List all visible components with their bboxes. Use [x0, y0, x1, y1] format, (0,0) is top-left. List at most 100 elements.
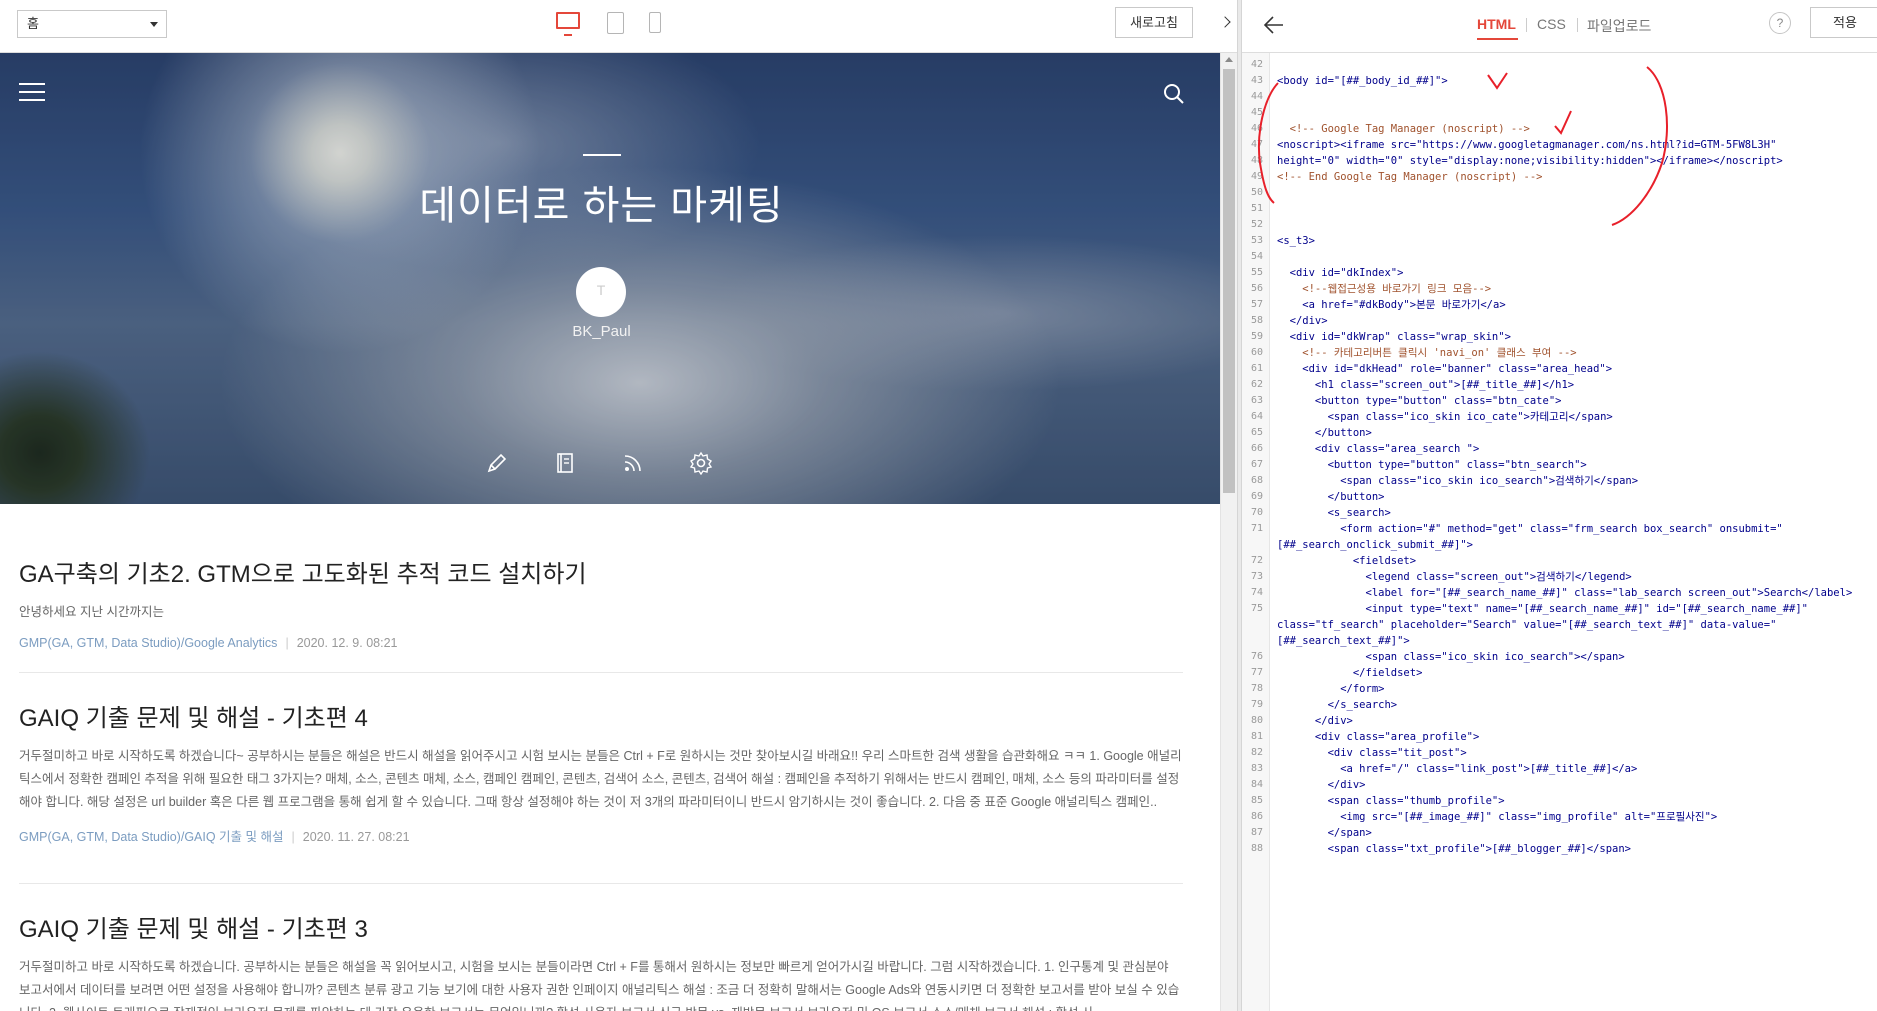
html-code-editor[interactable]: 41</head>4243<body id="[##_body_id_##]">…: [1242, 53, 1877, 1011]
code-line[interactable]: 45: [1242, 105, 1877, 121]
code-line[interactable]: 61 <div id="dkHead" role="banner" class=…: [1242, 361, 1877, 377]
post-title[interactable]: GAIQ 기출 문제 및 해설 - 기초편 3: [19, 909, 1183, 944]
code-line[interactable]: 68 <span class="ico_skin ico_search">검색하…: [1242, 473, 1877, 489]
code-line[interactable]: 86 <img src="[##_image_##]" class="img_p…: [1242, 809, 1877, 825]
code-line[interactable]: 53 <s_t3>: [1242, 233, 1877, 249]
code-line[interactable]: 70 <s_search>: [1242, 505, 1877, 521]
code-text: <div id="dkIndex">: [1277, 267, 1404, 279]
menu-icon[interactable]: [19, 83, 45, 103]
code-text: </span>: [1277, 827, 1372, 839]
code-line[interactable]: 75 <input type="text" name="[##_search_n…: [1242, 601, 1877, 617]
code-line[interactable]: 69 </button>: [1242, 489, 1877, 505]
help-icon[interactable]: ?: [1769, 12, 1791, 34]
code-line[interactable]: 78 </form>: [1242, 681, 1877, 697]
desktop-icon[interactable]: [556, 12, 580, 36]
code-line[interactable]: 85 <span class="thumb_profile">: [1242, 793, 1877, 809]
code-line[interactable]: 72 <fieldset>: [1242, 553, 1877, 569]
code-line[interactable]: 65 </button>: [1242, 425, 1877, 441]
code-line[interactable]: 44: [1242, 89, 1877, 105]
line-number: 54: [1250, 251, 1263, 262]
code-line[interactable]: 63 <button type="button" class="btn_cate…: [1242, 393, 1877, 409]
line-number: 73: [1250, 571, 1263, 582]
gear-icon[interactable]: [689, 451, 713, 475]
post-excerpt[interactable]: 거두절미하고 바로 시작하도록 하겠습니다~ 공부하시는 분들은 해설은 반드시…: [19, 745, 1183, 814]
code-line[interactable]: 51: [1242, 201, 1877, 217]
code-text: <div class="area_search ">: [1277, 443, 1480, 455]
code-line[interactable]: 82 <div class="tit_post">: [1242, 745, 1877, 761]
code-line[interactable]: 73 <legend class="screen_out">검색하기</lege…: [1242, 569, 1877, 585]
code-line[interactable]: 76 <span class="ico_skin ico_search"></s…: [1242, 649, 1877, 665]
line-number: 55: [1250, 267, 1263, 278]
preview-scrollbar[interactable]: [1220, 53, 1237, 1011]
code-line[interactable]: 46 <!-- Google Tag Manager (noscript) --…: [1242, 121, 1877, 137]
code-line[interactable]: 59 <div id="dkWrap" class="wrap_skin">: [1242, 329, 1877, 345]
code-line[interactable]: 50: [1242, 185, 1877, 201]
code-line[interactable]: 84 </div>: [1242, 777, 1877, 793]
line-number: 74: [1250, 587, 1263, 598]
code-line[interactable]: 52: [1242, 217, 1877, 233]
code-text: <input type="text" name="[##_search_name…: [1277, 603, 1809, 615]
code-line[interactable]: 71 <form action="#" method="get" class="…: [1242, 521, 1877, 537]
code-line[interactable]: 79 </s_search>: [1242, 697, 1877, 713]
refresh-button[interactable]: 새로고침: [1115, 7, 1193, 38]
blog-title[interactable]: 데이터로 하는 마케팅: [0, 173, 1203, 231]
post-title[interactable]: GAIQ 기출 문제 및 해설 - 기초편 4: [19, 698, 1183, 733]
preview-toolbar: 홈 새로고침: [0, 0, 1237, 53]
blogger-name: BK_Paul: [572, 323, 631, 340]
apply-button[interactable]: 적용: [1810, 7, 1877, 38]
code-line[interactable]: 55 <div id="dkIndex">: [1242, 265, 1877, 281]
code-line[interactable]: 67 <button type="button" class="btn_sear…: [1242, 457, 1877, 473]
page-select[interactable]: 홈: [17, 10, 167, 38]
code-line[interactable]: [##_search_text_##]">: [1242, 633, 1877, 649]
line-number: 70: [1250, 507, 1263, 518]
code-line[interactable]: 60 <!-- 카테고리버튼 클릭시 'navi_on' 클래스 부여 -->: [1242, 345, 1877, 361]
line-number: 45: [1250, 107, 1263, 118]
code-text: </fieldset>: [1277, 667, 1423, 679]
code-line[interactable]: 54: [1242, 249, 1877, 265]
code-line[interactable]: 43 <body id="[##_body_id_##]">: [1242, 73, 1877, 89]
search-icon[interactable]: [1163, 83, 1185, 105]
line-number: 78: [1250, 683, 1263, 694]
code-line[interactable]: class="tf_search" placeholder="Search" v…: [1242, 617, 1877, 633]
code-line[interactable]: 77 </fieldset>: [1242, 665, 1877, 681]
code-line[interactable]: 88 <span class="txt_profile">[##_blogger…: [1242, 841, 1877, 857]
code-line[interactable]: 49 <!-- End Google Tag Manager (noscript)…: [1242, 169, 1877, 185]
code-line[interactable]: 57 <a href="#dkBody">본문 바로가기</a>: [1242, 297, 1877, 313]
code-text: </form>: [1277, 683, 1385, 695]
code-line[interactable]: 81 <div class="area_profile">: [1242, 729, 1877, 745]
tab-css[interactable]: CSS: [1537, 16, 1566, 32]
chevron-right-icon[interactable]: [1220, 12, 1234, 36]
post-category[interactable]: GMP(GA, GTM, Data Studio)/Google Analyti…: [19, 636, 277, 650]
code-text: </s_search>: [1277, 699, 1398, 711]
post-excerpt[interactable]: 안녕하세요 지난 시간까지는: [19, 601, 1183, 624]
pencil-icon[interactable]: [485, 451, 509, 475]
tablet-icon[interactable]: [607, 12, 624, 34]
rss-icon[interactable]: [621, 451, 645, 475]
code-line[interactable]: 66 <div class="area_search ">: [1242, 441, 1877, 457]
code-line[interactable]: 62 <h1 class="screen_out">[##_title_##]<…: [1242, 377, 1877, 393]
code-line[interactable]: 56 <!--웹접근성용 바로가기 링크 모음-->: [1242, 281, 1877, 297]
code-line[interactable]: 83 <a href="/" class="link_post">[##_tit…: [1242, 761, 1877, 777]
code-line[interactable]: 64 <span class="ico_skin ico_cate">카테고리<…: [1242, 409, 1877, 425]
code-line[interactable]: 48 height="0" width="0" style="display:no…: [1242, 153, 1877, 169]
post-category[interactable]: GMP(GA, GTM, Data Studio)/GAIQ 기출 및 해설: [19, 830, 284, 844]
scroll-up-icon[interactable]: [1225, 57, 1233, 62]
post-date: 2020. 12. 9. 08:21: [296, 636, 398, 650]
code-line[interactable]: 87 </span>: [1242, 825, 1877, 841]
code-line[interactable]: 80 </div>: [1242, 713, 1877, 729]
post-title[interactable]: GA구축의 기초2. GTM으로 고도화된 추적 코드 설치하기: [19, 554, 1183, 589]
mobile-icon[interactable]: [649, 12, 661, 33]
code-line[interactable]: 58 </div>: [1242, 313, 1877, 329]
code-line[interactable]: 74 <label for="[##_search_name_##]" clas…: [1242, 585, 1877, 601]
back-arrow-icon[interactable]: [1263, 14, 1285, 36]
code-line[interactable]: [##_search_onclick_submit_##]">: [1242, 537, 1877, 553]
tab-file-upload[interactable]: 파일업로드: [1587, 16, 1651, 36]
tab-html[interactable]: HTML: [1477, 16, 1516, 32]
post-excerpt[interactable]: 거두절미하고 바로 시작하도록 하겠습니다. 공부하시는 분들은 해설을 꼭 읽…: [19, 956, 1183, 1011]
meta-separator: |: [285, 636, 289, 650]
code-line[interactable]: 42: [1242, 57, 1877, 73]
book-icon[interactable]: [553, 451, 577, 475]
code-line[interactable]: 47 <noscript><iframe src="https://www.goo…: [1242, 137, 1877, 153]
line-number: 81: [1250, 731, 1263, 742]
scrollbar-thumb[interactable]: [1223, 69, 1235, 493]
